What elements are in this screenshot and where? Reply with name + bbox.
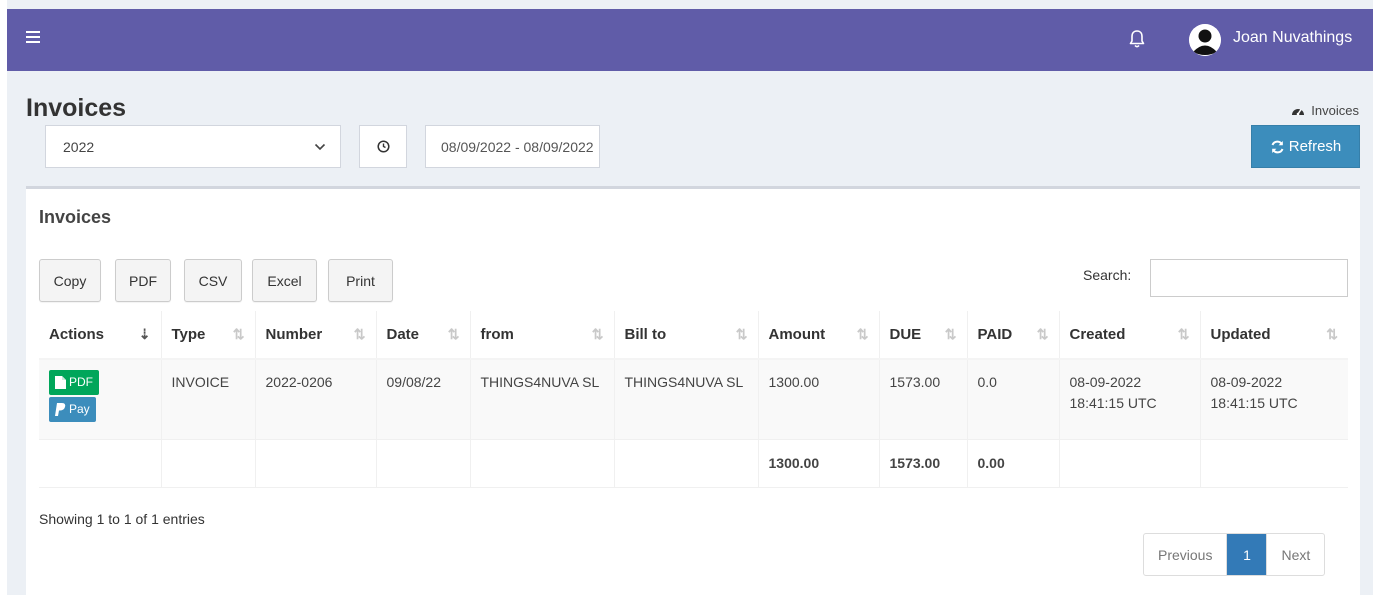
search-label: Search: (1083, 267, 1132, 283)
excel-export-button[interactable]: Excel (252, 259, 317, 302)
date-cell: 09/08/22 (375, 359, 470, 439)
csv-export-button[interactable]: CSV (184, 259, 242, 302)
sort-icon: ⇣ (138, 326, 151, 342)
clock-button[interactable] (359, 125, 407, 168)
page-title: Invoices (26, 94, 127, 122)
dashboard-icon (1292, 108, 1305, 115)
sort-icon: ⇅ (856, 326, 869, 342)
box-title: Invoices (39, 207, 112, 227)
breadcrumb: Invoices (1291, 103, 1359, 118)
top-navbar: Joan Nuvathings (7, 9, 1373, 71)
chevron-down-icon (314, 143, 326, 150)
refresh-icon (1271, 140, 1284, 153)
date-range-input[interactable]: 08/09/2022 - 08/09/2022 (425, 125, 600, 168)
column-header[interactable]: Actions ⇣ (39, 311, 161, 360)
search-input[interactable] (1150, 259, 1348, 297)
created-cell: 08-09-2022 18:41:15 UTC (1058, 359, 1200, 439)
invoices-table: Actions ⇣ Type ⇅ Number ⇅ Date ⇅ from ⇅ Bill … (39, 311, 1348, 488)
next-page-button[interactable]: Next (1266, 534, 1324, 575)
pdf-export-button[interactable]: PDF (115, 259, 171, 302)
year-select-value: 2022 (63, 138, 95, 155)
sort-icon: ⇅ (591, 326, 604, 342)
sort-icon: ⇅ (1177, 326, 1190, 342)
pagination: Previous 1 Next (1143, 533, 1326, 576)
column-header[interactable]: Type ⇅ (160, 311, 255, 360)
bill-to-cell: THINGS4NUVA SL (613, 359, 758, 439)
left-edge (0, 0, 7, 595)
number-cell: 2022-0206 (254, 359, 376, 439)
paypal-icon (55, 403, 66, 416)
print-button[interactable]: Print (328, 259, 393, 302)
menu-icon[interactable] (26, 31, 40, 44)
column-header[interactable]: DUE ⇅ (878, 311, 967, 360)
table-info: Showing 1 to 1 of 1 entries (39, 511, 205, 527)
column-header[interactable]: Bill to ⇅ (613, 311, 758, 360)
copy-button[interactable]: Copy (39, 259, 101, 302)
sort-icon: ⇅ (353, 326, 366, 342)
refresh-button[interactable]: Refresh (1251, 125, 1360, 168)
user-avatar-icon[interactable] (1189, 24, 1221, 56)
column-header[interactable]: from ⇅ (469, 311, 614, 360)
paid-cell: 0.0 (966, 359, 1059, 439)
bell-icon[interactable] (1128, 28, 1146, 50)
due-cell: 1573.00 (878, 359, 967, 439)
type-cell: INVOICE (160, 359, 255, 439)
sort-icon: ⇅ (232, 326, 245, 342)
column-header[interactable]: PAID ⇅ (966, 311, 1059, 360)
total-amount: 1300.00 (757, 439, 879, 488)
table-header-row: Actions ⇣ Type ⇅ Number ⇅ Date ⇅ from ⇅ Bill … (39, 311, 1348, 360)
table-row: PDF Pay INVOICE 2022-0206 09/08/22 THING… (39, 359, 1348, 439)
previous-page-button[interactable]: Previous (1144, 534, 1226, 575)
total-paid: 0.00 (966, 439, 1059, 488)
column-header[interactable]: Updated ⇅ (1199, 311, 1348, 360)
column-header[interactable]: Number ⇅ (254, 311, 376, 360)
totals-row: 1300.00 1573.00 0.00 (39, 439, 1348, 488)
sort-icon: ⇅ (1036, 326, 1049, 342)
user-name[interactable]: Joan Nuvathings (1233, 29, 1352, 47)
column-header[interactable]: Created ⇅ (1058, 311, 1200, 360)
sort-icon: ⇅ (735, 326, 748, 342)
invoice-pay-button[interactable]: Pay (49, 397, 96, 422)
breadcrumb-item[interactable]: Invoices (1311, 103, 1359, 118)
column-header[interactable]: Date ⇅ (375, 311, 470, 360)
page-1-button[interactable]: 1 (1226, 534, 1267, 575)
file-icon (55, 376, 66, 389)
year-select[interactable]: 2022 (45, 125, 341, 168)
clock-icon (376, 140, 390, 153)
amount-cell: 1300.00 (757, 359, 879, 439)
refresh-label: Refresh (1288, 138, 1342, 155)
invoice-pdf-button[interactable]: PDF (49, 370, 99, 395)
from-cell: THINGS4NUVA SL (469, 359, 614, 439)
invoices-box: Invoices Copy PDF CSV Excel Print Search… (26, 186, 1360, 595)
actions-cell: PDF Pay (39, 359, 161, 439)
sort-icon: ⇅ (944, 326, 957, 342)
sort-icon: ⇅ (1326, 326, 1338, 342)
sort-icon: ⇅ (447, 326, 460, 342)
updated-cell: 08-09-2022 18:41:15 UTC (1199, 359, 1348, 439)
total-due: 1573.00 (878, 439, 967, 488)
column-header[interactable]: Amount ⇅ (757, 311, 879, 360)
